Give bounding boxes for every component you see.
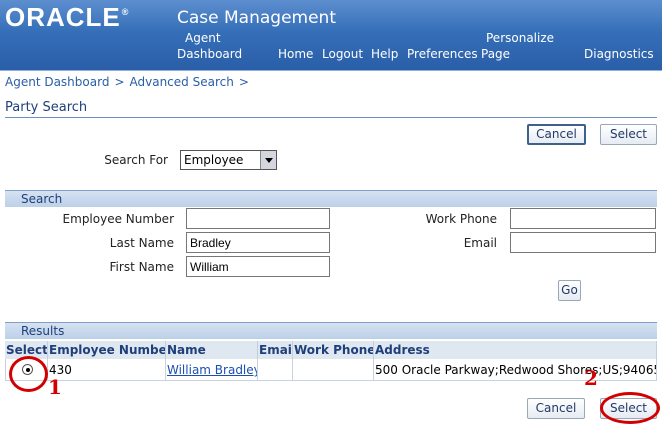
first-name-input[interactable]: [186, 256, 330, 277]
page-title: Party Search: [5, 100, 88, 115]
results-section-title: Results: [21, 324, 65, 338]
annotation-marker-1: 1: [48, 375, 62, 399]
search-section-header: Search: [5, 190, 657, 207]
column-header-address: Address: [374, 341, 657, 359]
annotation-circle-select-button: [600, 392, 660, 424]
employee-name-link[interactable]: William Bradley: [167, 363, 257, 377]
employee-number-cell: 430: [48, 359, 166, 381]
search-section-title: Search: [21, 192, 63, 206]
breadcrumb: Agent Dashboard > Advanced Search >: [5, 75, 254, 89]
search-for-value: Employee: [184, 153, 244, 167]
column-header-email: Email: [258, 341, 293, 359]
breadcrumb-separator: >: [114, 75, 125, 89]
header-divider: [0, 70, 662, 71]
page: ORACLE® Case Management Agent Dashboard …: [0, 0, 662, 425]
go-button[interactable]: Go: [558, 280, 581, 301]
nav-diagnostics[interactable]: Diagnostics: [584, 46, 654, 62]
select-button-top[interactable]: Select: [600, 124, 657, 145]
last-name-input[interactable]: [186, 232, 330, 253]
column-header-work-phone: Work Phone: [293, 341, 374, 359]
nav-agent-dashboard[interactable]: Dashboard: [177, 46, 242, 62]
dropdown-arrow-icon[interactable]: [260, 151, 276, 169]
cancel-button-bottom[interactable]: Cancel: [527, 398, 585, 419]
nav-personalize-page-line1[interactable]: Personalize: [486, 30, 554, 46]
employee-number-label: Employee Number: [62, 212, 174, 226]
nav-personalize-page[interactable]: Page: [481, 46, 510, 62]
nav-agent-dashboard-line1[interactable]: Agent: [185, 30, 221, 46]
column-header-name: Name: [166, 341, 258, 359]
email-input[interactable]: [510, 232, 656, 253]
nav-home[interactable]: Home: [278, 46, 313, 62]
employee-number-input[interactable]: [186, 208, 330, 229]
work-phone-label: Work Phone: [425, 212, 497, 226]
address-cell: 500 Oracle Parkway;Redwood Shores;US;940…: [374, 359, 657, 381]
search-for-label: Search For: [104, 153, 168, 167]
email-cell: [258, 359, 293, 381]
oracle-logo: ORACLE®: [5, 2, 130, 32]
name-cell: William Bradley: [166, 359, 258, 381]
results-section-header: Results: [5, 322, 657, 339]
first-name-label: First Name: [109, 260, 174, 274]
global-header: ORACLE® Case Management Agent Dashboard …: [0, 0, 662, 70]
nav-help[interactable]: Help: [371, 46, 398, 62]
cancel-button-top[interactable]: Cancel: [527, 124, 586, 145]
annotation-circle-select-radio: [9, 356, 48, 392]
work-phone-input[interactable]: [510, 208, 656, 229]
breadcrumb-separator: >: [238, 75, 249, 89]
nav-logout[interactable]: Logout: [322, 46, 363, 62]
column-header-employee-number: Employee Number: [48, 341, 166, 359]
search-for-select[interactable]: Employee: [180, 150, 277, 170]
breadcrumb-advanced-search[interactable]: Advanced Search: [130, 75, 234, 89]
annotation-marker-2: 2: [584, 366, 598, 390]
title-divider: [5, 117, 657, 118]
email-label: Email: [463, 236, 497, 250]
work-phone-cell: [293, 359, 374, 381]
nav-preferences[interactable]: Preferences: [407, 46, 478, 62]
app-title: Case Management: [177, 8, 336, 28]
breadcrumb-agent-dashboard[interactable]: Agent Dashboard: [5, 75, 109, 89]
last-name-label: Last Name: [109, 236, 174, 250]
